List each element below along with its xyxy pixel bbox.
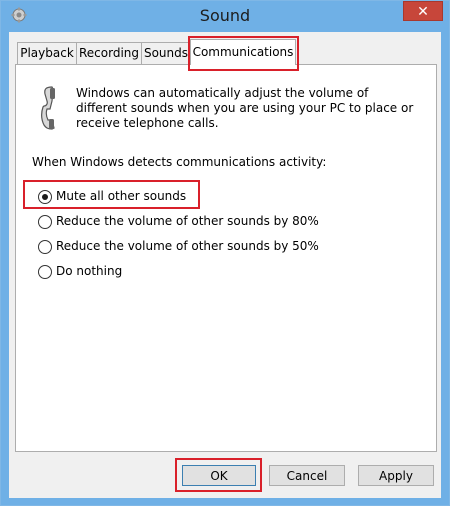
option-label: Do nothing <box>56 264 123 278</box>
window-title: Sound <box>199 6 251 25</box>
tab-recording[interactable]: Recording <box>76 42 142 64</box>
communications-panel: Windows can automatically adjust the vol… <box>15 64 437 452</box>
radio-reduce-80[interactable] <box>38 215 52 229</box>
dialog-body: Playback Recording Sounds Communications… <box>9 32 441 498</box>
apply-button[interactable]: Apply <box>358 465 434 486</box>
tab-communications[interactable]: Communications <box>190 39 296 65</box>
tab-playback[interactable]: Playback <box>17 42 77 64</box>
radio-mute[interactable] <box>38 190 52 204</box>
communications-description: Windows can automatically adjust the vol… <box>76 86 414 130</box>
ok-button[interactable]: OK <box>182 465 256 486</box>
detects-label: When Windows detects communications acti… <box>32 155 327 169</box>
title-bar[interactable]: Sound ✕ <box>1 1 449 32</box>
option-label: Mute all other sounds <box>56 189 187 203</box>
tab-sounds[interactable]: Sounds <box>141 42 191 64</box>
radio-do-nothing[interactable] <box>38 265 52 279</box>
close-button[interactable]: ✕ <box>403 1 443 21</box>
sound-dialog: Sound ✕ Playback Recording Sounds Commun… <box>0 0 450 506</box>
radio-reduce-50[interactable] <box>38 240 52 254</box>
option-label: Reduce the volume of other sounds by 50% <box>56 239 319 253</box>
telephone-handset-icon <box>38 85 60 131</box>
cancel-button[interactable]: Cancel <box>269 465 345 486</box>
radio-selected-dot <box>42 194 48 200</box>
option-label: Reduce the volume of other sounds by 80% <box>56 214 319 228</box>
